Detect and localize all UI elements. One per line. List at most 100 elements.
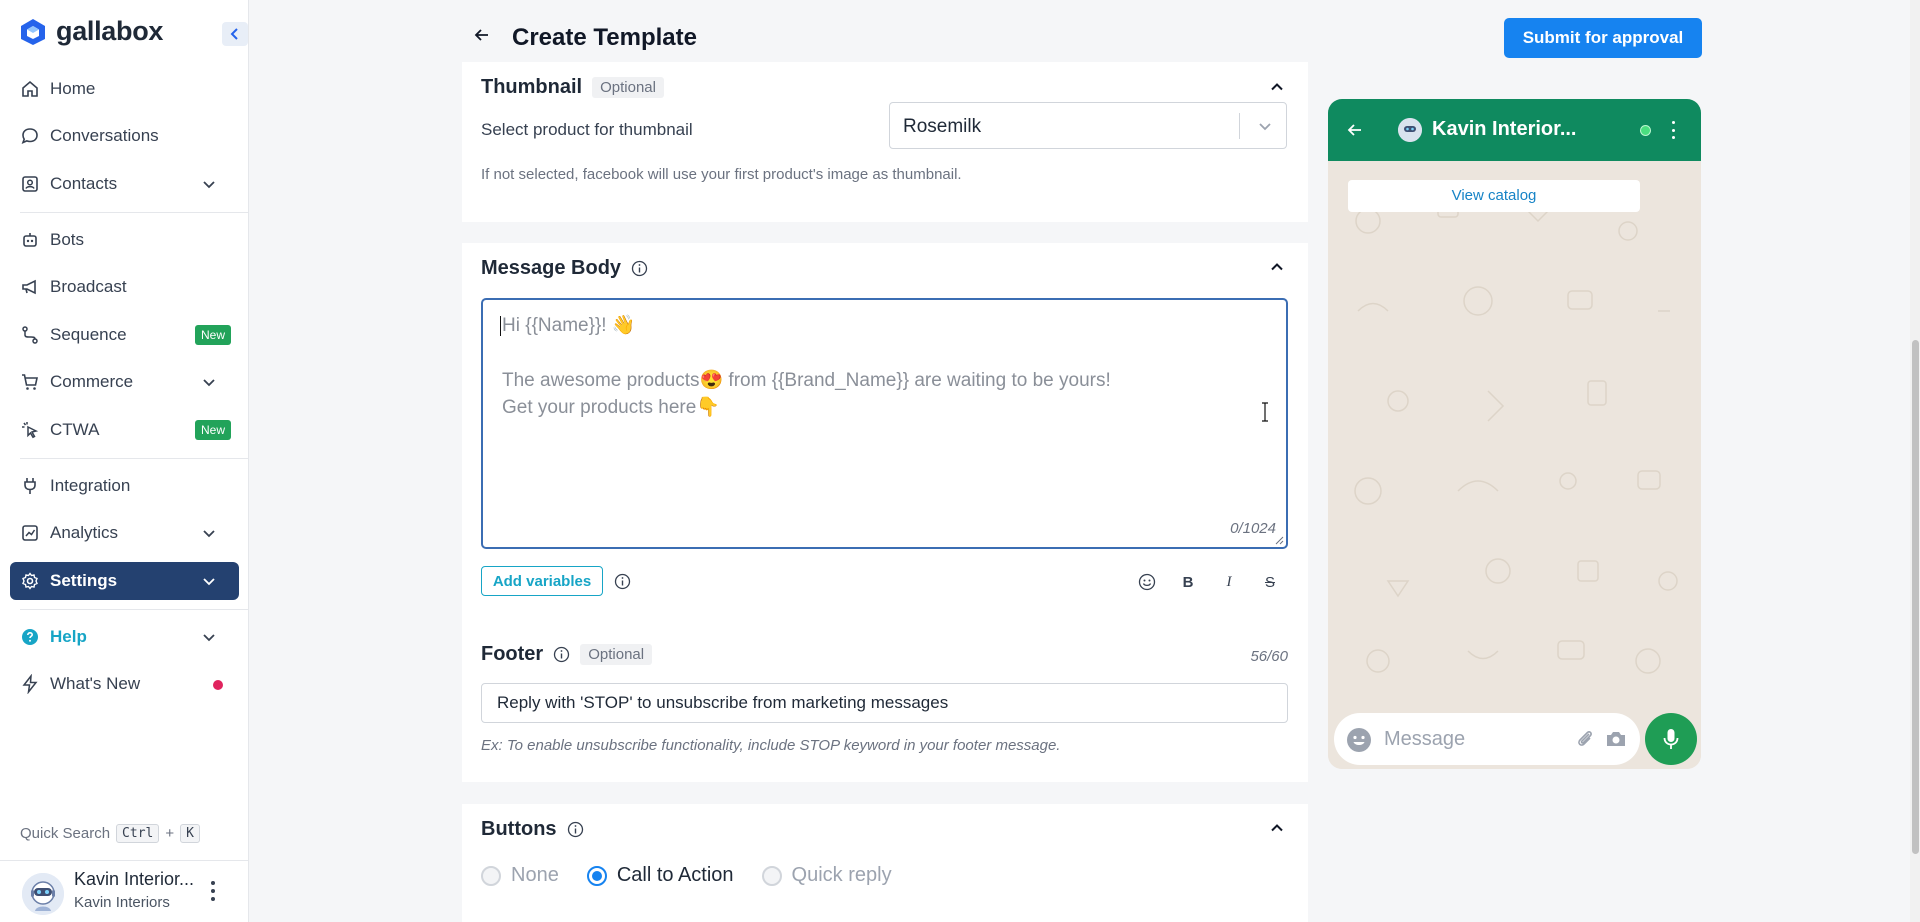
microphone-button <box>1645 713 1697 765</box>
button-type-radio-group: None Call to Action Quick reply <box>481 864 920 887</box>
info-icon[interactable] <box>553 646 570 663</box>
online-status-dot <box>1640 125 1651 136</box>
info-icon[interactable] <box>631 260 648 277</box>
robot-icon <box>23 233 37 247</box>
footer-input[interactable] <box>481 683 1288 723</box>
message-body-section: Message Body Hi {{Name}}! 👋 The awesome … <box>462 243 1308 782</box>
brand-logo[interactable]: gallabox <box>20 16 163 47</box>
radio-quick-reply[interactable]: Quick reply <box>761 864 892 887</box>
nav-divider <box>20 458 249 459</box>
avatar[interactable] <box>22 873 64 915</box>
sidebar-item-broadcast[interactable]: Broadcast <box>10 268 239 306</box>
body-line: The awesome products😍 from {{Brand_Name}… <box>502 370 1111 391</box>
chat-bubble-icon <box>21 128 38 144</box>
body-line: Hi {{Name}}! 👋 <box>502 315 636 336</box>
sidebar-item-label: Conversations <box>50 126 159 145</box>
chevron-down-icon <box>1259 123 1271 131</box>
sidebar-item-commerce[interactable]: Commerce <box>10 363 239 401</box>
sidebar-item-label: Sequence <box>50 325 127 344</box>
info-icon[interactable] <box>567 821 584 838</box>
user-org: Kavin Interiors <box>74 894 170 911</box>
sidebar-item-label: Commerce <box>50 372 134 391</box>
section-title: Buttons <box>481 818 584 841</box>
sidebar: gallabox Home Conversations Contacts Bot… <box>0 0 249 922</box>
page-title: Create Template <box>512 24 697 51</box>
sidebar-item-analytics[interactable]: Analytics <box>10 514 239 552</box>
resize-handle-icon[interactable] <box>1274 535 1284 545</box>
radio-call-to-action[interactable]: Call to Action <box>586 864 734 887</box>
sidebar-item-home[interactable]: Home <box>10 70 239 108</box>
sidebar-item-label: What's New <box>50 674 141 693</box>
select-value: Rosemilk <box>903 116 982 137</box>
chat-wallpaper <box>1328 161 1701 769</box>
back-arrow-icon[interactable] <box>472 25 492 45</box>
strikethrough-icon[interactable]: S <box>1259 571 1281 593</box>
back-arrow-icon <box>1347 124 1361 136</box>
thumbnail-section: Thumbnail Optional Select product for th… <box>462 62 1308 222</box>
sidebar-item-ctwa[interactable]: CTWA New <box>10 411 239 449</box>
kebab-menu-icon <box>1670 121 1676 139</box>
sidebar-item-label: Settings <box>50 571 118 590</box>
body-line: Get your products here👇 <box>502 397 720 418</box>
chevron-up-icon[interactable] <box>1268 258 1286 276</box>
home-icon <box>22 80 38 97</box>
message-body-textarea[interactable]: Hi {{Name}}! 👋 The awesome products😍 fro… <box>481 298 1288 549</box>
chevron-down-icon <box>203 379 215 387</box>
submit-for-approval-button[interactable]: Submit for approval <box>1504 18 1702 58</box>
paperclip-icon <box>1578 731 1592 746</box>
cursor-click-icon <box>22 422 39 439</box>
add-variables-button[interactable]: Add variables <box>481 566 603 596</box>
chevron-down-icon <box>203 578 215 586</box>
sidebar-item-label: Contacts <box>50 174 118 193</box>
footer-char-counter: 56/60 <box>1250 648 1288 665</box>
thumbnail-select-label: Select product for thumbnail <box>481 120 693 139</box>
sidebar-item-contacts[interactable]: Contacts <box>10 165 239 203</box>
sidebar-item-sequence[interactable]: Sequence New <box>10 316 239 354</box>
sidebar-item-conversations[interactable]: Conversations <box>10 117 239 155</box>
radio-none[interactable]: None <box>481 864 559 887</box>
message-compose-bar: Message <box>1334 713 1640 765</box>
emoji-icon <box>1347 728 1371 752</box>
user-profile[interactable]: Kavin Interior... Kavin Interiors <box>0 860 249 922</box>
info-icon[interactable] <box>614 573 631 590</box>
microphone-icon <box>1663 729 1679 749</box>
chevron-up-icon[interactable] <box>1268 78 1286 96</box>
brand-name: gallabox <box>56 16 164 46</box>
chart-icon <box>22 525 38 541</box>
sidebar-item-label: Integration <box>50 476 131 495</box>
user-menu-kebab-icon[interactable] <box>208 879 218 903</box>
quick-search-label: Quick Search <box>20 825 111 842</box>
thumbnail-help-text: If not selected, facebook will use your … <box>481 166 962 183</box>
new-badge: New <box>194 325 231 345</box>
sidebar-item-settings[interactable]: Settings <box>10 562 239 600</box>
bold-icon[interactable]: B <box>1177 571 1199 593</box>
plug-icon <box>24 478 36 494</box>
text-caret <box>500 316 501 336</box>
footer-help-text: Ex: To enable unsubscribe functionality,… <box>481 737 1061 754</box>
radio-label: None <box>511 864 559 886</box>
sidebar-collapse-button[interactable] <box>222 22 248 46</box>
chevron-up-icon[interactable] <box>1268 819 1286 837</box>
sidebar-item-help[interactable]: Help <box>10 618 239 656</box>
section-title: Message Body <box>481 257 648 280</box>
sidebar-item-bots[interactable]: Bots <box>10 221 239 259</box>
sidebar-item-integration[interactable]: Integration <box>10 467 239 505</box>
sidebar-item-whats-new[interactable]: What's New <box>10 665 239 703</box>
radio-circle <box>481 865 501 886</box>
thumbnail-product-select[interactable]: Rosemilk <box>889 102 1287 149</box>
kbd-ctrl: Ctrl <box>116 824 160 843</box>
robot-avatar-icon <box>22 873 64 915</box>
footer-title-row: Footer Optional <box>481 643 653 666</box>
footer-title: Footer <box>481 643 544 665</box>
scrollbar-thumb[interactable] <box>1912 340 1919 854</box>
select-separator <box>1239 113 1240 139</box>
emoji-icon[interactable] <box>1136 571 1158 593</box>
italic-icon[interactable]: I <box>1218 571 1240 593</box>
radio-label: Call to Action <box>616 864 734 886</box>
body-char-counter: 0/1024 <box>1230 520 1276 537</box>
robot-avatar-icon <box>1398 118 1422 142</box>
radio-circle <box>761 865 782 886</box>
quick-search-hint[interactable]: Quick Search Ctrl + K <box>20 824 200 843</box>
chevron-down-icon <box>203 181 215 189</box>
radio-circle <box>586 865 607 886</box>
